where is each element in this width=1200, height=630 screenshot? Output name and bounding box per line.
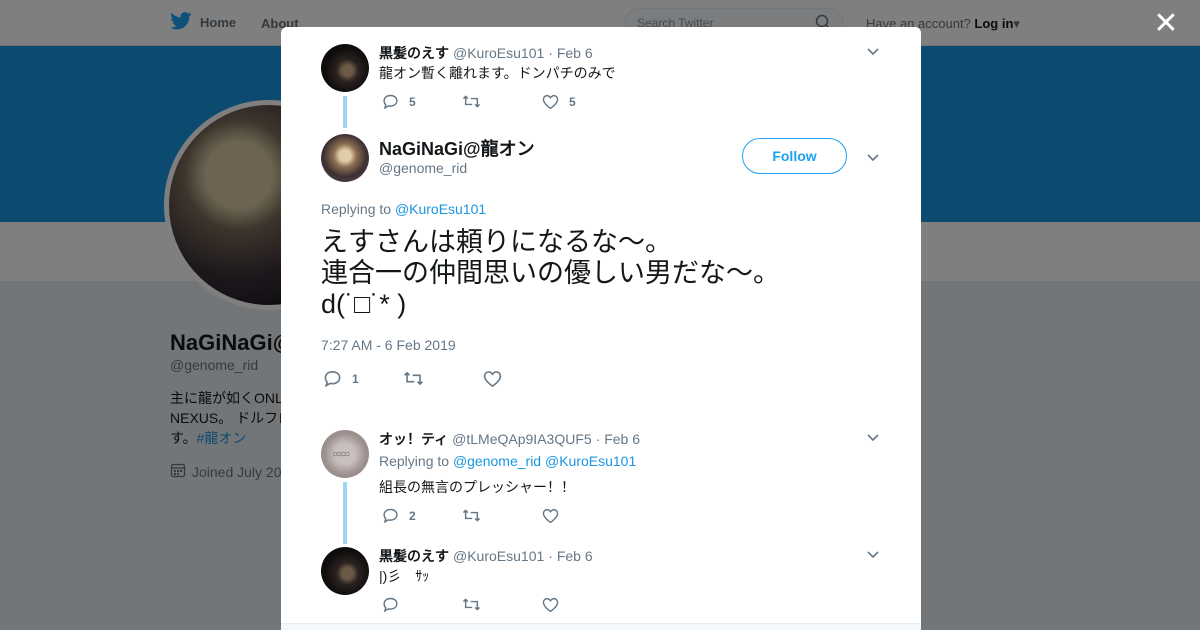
reply-button[interactable]: 5: [382, 93, 462, 110]
avatar[interactable]: [321, 547, 369, 595]
heart-icon: [542, 94, 559, 109]
follow-button[interactable]: Follow: [742, 138, 847, 174]
reply-count: 1: [352, 371, 359, 386]
reply-count: 5: [409, 94, 416, 109]
tweet-author-name[interactable]: 黒髪のえす: [379, 43, 449, 63]
main-tweet-author-name[interactable]: NaGiNaGi@龍オン: [379, 135, 535, 161]
tweet-text: 龍オン暫く離れます。ドンパチのみで: [379, 65, 616, 81]
heart-icon: [542, 597, 559, 612]
tweet-date[interactable]: · Feb 6: [548, 548, 592, 564]
retweet-icon: [462, 509, 481, 522]
retweet-icon: [462, 598, 481, 611]
tweet-author-handle[interactable]: @KuroEsu101: [453, 45, 544, 61]
tweet-text: |)彡 ｻｯ: [379, 568, 430, 584]
reply-icon: [383, 597, 398, 613]
reply-icon: [383, 508, 398, 524]
thread-connector: [343, 482, 347, 544]
chevron-down-icon[interactable]: [865, 429, 881, 445]
avatar[interactable]: [321, 44, 369, 92]
tweet-text: 組長の無言のプレッシャー！！: [379, 479, 575, 495]
chevron-down-icon[interactable]: [865, 546, 881, 562]
retweet-icon: [404, 371, 423, 386]
tweet-header: 黒髪のえす @KuroEsu101 · Feb 6: [379, 43, 593, 63]
replying-to-line: Replying to @genome_rid @KuroEsu101: [379, 453, 636, 469]
reply-count: 2: [409, 508, 416, 523]
main-tweet-author-handle[interactable]: @genome_rid: [379, 160, 467, 176]
tweet-date[interactable]: · Feb 6: [596, 431, 640, 447]
main-tweet-timestamp[interactable]: 7:27 AM - 6 Feb 2019: [321, 337, 456, 353]
thread-connector: [343, 96, 347, 128]
tweet-actions: [382, 596, 569, 613]
reply-icon: [324, 370, 341, 388]
like-button[interactable]: [542, 597, 569, 613]
close-icon[interactable]: ✕: [1152, 9, 1180, 39]
retweet-button[interactable]: [462, 596, 542, 613]
modal-footer: [281, 623, 921, 630]
tweet-actions: 1: [323, 369, 512, 388]
main-tweet-text: えすさんは頼りになるな〜。 連合一の仲間思いの優しい男だな〜。 d(˙□˙* ): [321, 227, 780, 319]
tweet-actions: 2: [382, 507, 569, 524]
like-button[interactable]: [483, 370, 512, 388]
retweet-button[interactable]: [462, 507, 542, 524]
retweet-button[interactable]: [403, 369, 483, 388]
tweet-header: オッ！ティ @tLMeQAp9IA3QUF5 · Feb 6: [379, 429, 640, 449]
tweet-author-handle[interactable]: @KuroEsu101: [453, 548, 544, 564]
reply-button[interactable]: [382, 596, 462, 613]
heart-icon: [542, 508, 559, 523]
mention-link[interactable]: @KuroEsu101: [395, 201, 486, 217]
tweet-actions: 5 5: [382, 93, 576, 110]
tweet-author-name[interactable]: 黒髪のえす: [379, 546, 449, 566]
replying-to-label: Replying to: [379, 453, 450, 469]
like-button[interactable]: 5: [542, 94, 576, 110]
chevron-down-icon[interactable]: [865, 43, 881, 59]
reply-icon: [383, 94, 398, 110]
tweet-header: 黒髪のえす @KuroEsu101 · Feb 6: [379, 546, 593, 566]
retweet-icon: [462, 95, 481, 108]
like-button[interactable]: [542, 508, 569, 524]
replying-to-label: Replying to: [321, 201, 392, 217]
reply-button[interactable]: 2: [382, 507, 462, 524]
avatar[interactable]: [321, 134, 369, 182]
avatar[interactable]: ○○○○: [321, 430, 369, 478]
mention-link[interactable]: @genome_rid: [453, 453, 541, 469]
tweet-author-name[interactable]: オッ！ティ: [379, 429, 448, 449]
like-count: 5: [569, 94, 576, 109]
reply-button[interactable]: 1: [323, 369, 403, 388]
mention-link[interactable]: @KuroEsu101: [545, 453, 636, 469]
chevron-down-icon[interactable]: [865, 149, 881, 165]
replying-to-line: Replying to @KuroEsu101: [321, 201, 486, 217]
heart-icon: [483, 370, 502, 387]
tweet-conversation-modal: 黒髪のえす @KuroEsu101 · Feb 6 龍オン暫く離れます。ドンパチ…: [281, 27, 921, 630]
tweet-author-handle[interactable]: @tLMeQAp9IA3QUF5: [452, 431, 592, 447]
tweet-date[interactable]: · Feb 6: [548, 45, 592, 61]
retweet-button[interactable]: [462, 93, 542, 110]
audi-rings-icon: ○○○○: [332, 449, 350, 460]
